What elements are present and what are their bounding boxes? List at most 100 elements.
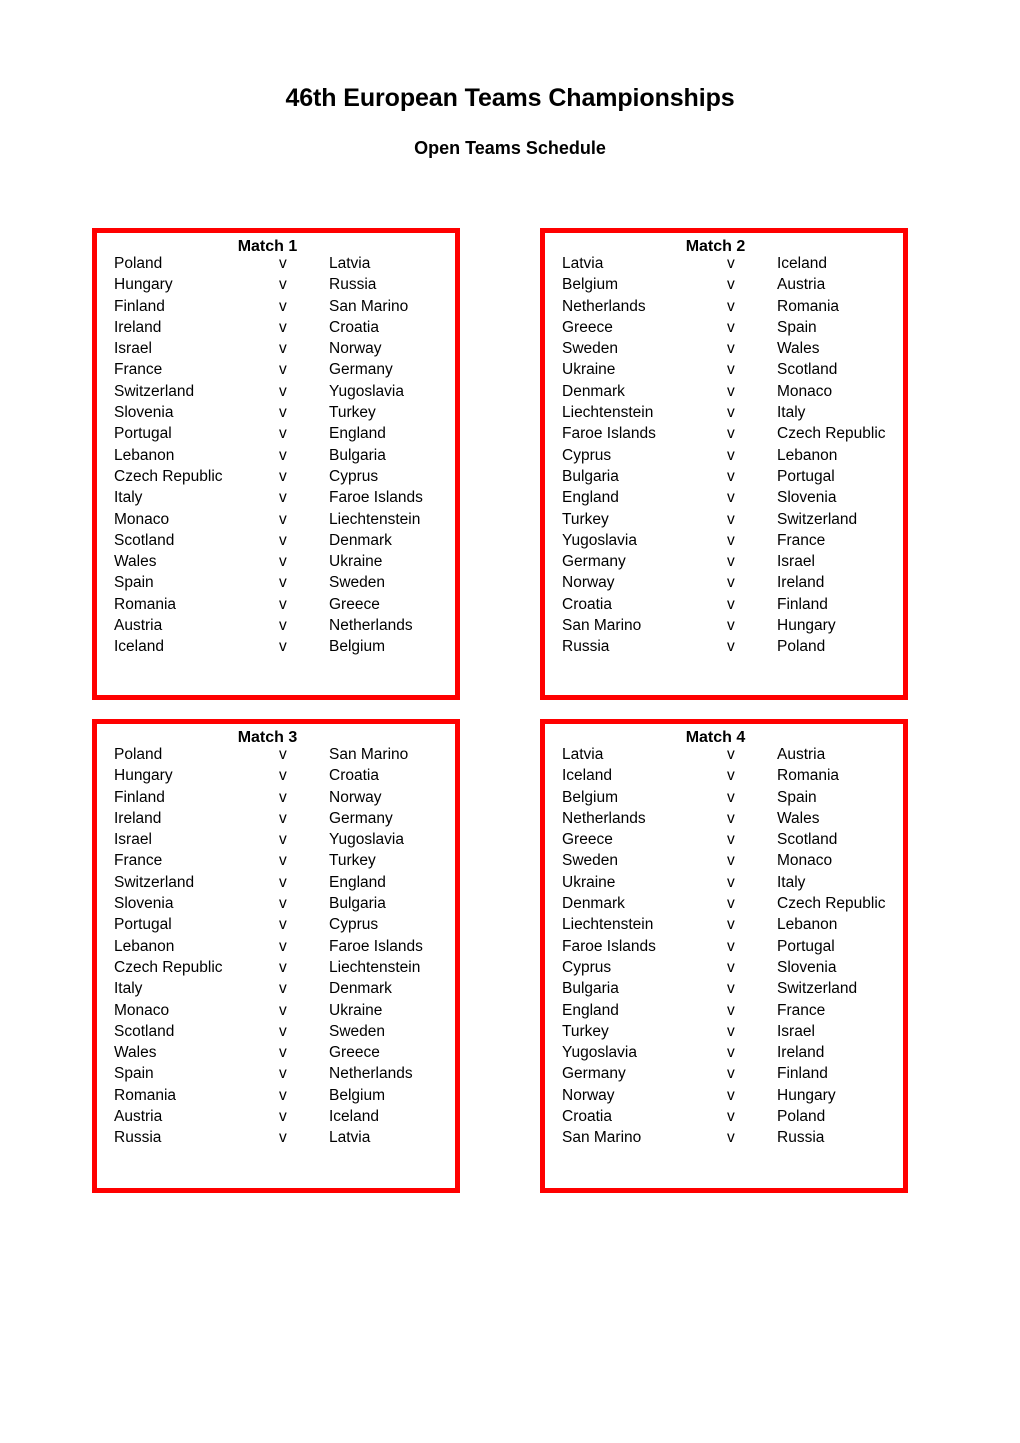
away-team: Scotland xyxy=(777,361,838,379)
versus-label: v xyxy=(727,489,735,507)
home-team: Cyprus xyxy=(562,958,612,976)
fixture-row: San Marino v Russia xyxy=(545,1127,903,1148)
home-team: Scotland xyxy=(114,531,175,549)
home-team: Austria xyxy=(114,1108,163,1126)
versus-label: v xyxy=(727,1108,735,1126)
versus-label: v xyxy=(727,809,735,827)
fixture-list-wrapper: Latvia v Austria Iceland v Romania Belgium v Spa… xyxy=(545,744,903,1149)
away-team: San Marino xyxy=(329,297,409,315)
match-box: Match 2 Latvia v Iceland Belgium v Austria Neth… xyxy=(540,228,908,700)
fixture-row: Finland v Norway xyxy=(97,787,455,808)
fixture-row: Germany v Finland xyxy=(545,1063,903,1084)
home-team: Israel xyxy=(114,340,152,358)
home-team: Czech Republic xyxy=(114,958,223,976)
home-team: Faroe Islands xyxy=(562,937,656,955)
fixture-row: Wales v Ukraine xyxy=(97,551,455,572)
home-team: France xyxy=(114,361,163,379)
versus-label: v xyxy=(727,937,735,955)
versus-label: v xyxy=(727,574,735,592)
fixture-row: Russia v Poland xyxy=(545,636,903,657)
home-team: Liechtenstein xyxy=(562,916,654,934)
home-team: Yugoslavia xyxy=(562,1044,637,1062)
home-team: Lebanon xyxy=(114,446,175,464)
home-team: Russia xyxy=(114,1129,162,1147)
home-team: Turkey xyxy=(562,510,609,528)
versus-label: v xyxy=(727,638,735,656)
fixture-row: Portugal v England xyxy=(97,423,455,444)
versus-label: v xyxy=(279,873,287,891)
fixture-row: Poland v San Marino xyxy=(97,744,455,765)
versus-label: v xyxy=(727,318,735,336)
fixture-row: Portugal v Cyprus xyxy=(97,914,455,935)
home-team: Germany xyxy=(562,553,626,571)
versus-label: v xyxy=(279,255,287,272)
away-team: Netherlands xyxy=(329,617,413,635)
fixture-row: Czech Republic v Cyprus xyxy=(97,466,455,487)
home-team: Belgium xyxy=(562,276,618,294)
away-team: Liechtenstein xyxy=(329,510,421,528)
versus-label: v xyxy=(727,340,735,358)
versus-label: v xyxy=(727,1129,735,1147)
home-team: Spain xyxy=(114,574,154,592)
fixture-row: Spain v Netherlands xyxy=(97,1063,455,1084)
away-team: Norway xyxy=(329,340,382,358)
away-team: Sweden xyxy=(329,1022,386,1040)
away-team: Belgium xyxy=(329,638,385,656)
home-team: Ireland xyxy=(114,318,162,336)
fixture-row: Bulgaria v Portugal xyxy=(545,466,903,487)
versus-label: v xyxy=(727,958,735,976)
home-team: Portugal xyxy=(114,916,172,934)
away-team: Finland xyxy=(777,1065,828,1083)
fixture-row: Hungary v Croatia xyxy=(97,765,455,786)
away-team: Croatia xyxy=(329,318,379,336)
away-team: Lebanon xyxy=(777,446,838,464)
versus-label: v xyxy=(727,852,735,870)
versus-label: v xyxy=(279,382,287,400)
away-team: Russia xyxy=(329,276,377,294)
away-team: Israel xyxy=(777,553,815,571)
home-team: England xyxy=(562,1001,619,1019)
fixture-row: Iceland v Belgium xyxy=(97,636,455,657)
away-team: Romania xyxy=(777,297,840,315)
away-team: Finland xyxy=(777,595,828,613)
away-team: Spain xyxy=(777,788,817,806)
fixture-row: Turkey v Switzerland xyxy=(545,509,903,530)
versus-label: v xyxy=(279,1022,287,1040)
away-team: Ukraine xyxy=(329,1001,383,1019)
fixture-row: Austria v Netherlands xyxy=(97,615,455,636)
home-team: Hungary xyxy=(114,276,173,294)
versus-label: v xyxy=(279,276,287,294)
fixture-row: Austria v Iceland xyxy=(97,1106,455,1127)
versus-label: v xyxy=(279,895,287,913)
home-team: Austria xyxy=(114,617,163,635)
fixture-row: Scotland v Denmark xyxy=(97,530,455,551)
home-team: Iceland xyxy=(114,638,164,656)
versus-label: v xyxy=(727,1022,735,1040)
away-team: Portugal xyxy=(777,467,835,485)
versus-label: v xyxy=(727,361,735,379)
fixture-row: Croatia v Finland xyxy=(545,594,903,615)
away-team: Turkey xyxy=(329,404,376,422)
fixture-list-wrapper: Latvia v Iceland Belgium v Austria Netherlands… xyxy=(545,253,903,658)
away-team: Yugoslavia xyxy=(329,831,404,849)
fixture-row: Sweden v Monaco xyxy=(545,850,903,871)
fixture-row: Faroe Islands v Czech Republic xyxy=(545,423,903,444)
home-team: Switzerland xyxy=(114,873,195,891)
versus-label: v xyxy=(727,916,735,934)
home-team: Monaco xyxy=(114,510,170,528)
away-team: Iceland xyxy=(777,255,827,272)
fixture-list: Poland v San Marino Hungary v Croatia Finland v… xyxy=(97,744,455,1149)
home-team: Turkey xyxy=(562,1022,609,1040)
fixture-row: Slovenia v Bulgaria xyxy=(97,893,455,914)
away-team: Wales xyxy=(777,340,820,358)
home-team: Israel xyxy=(114,831,152,849)
versus-label: v xyxy=(279,1001,287,1019)
away-team: Monaco xyxy=(777,382,833,400)
versus-label: v xyxy=(279,788,287,806)
home-team: Romania xyxy=(114,595,177,613)
fixture-row: Czech Republic v Liechtenstein xyxy=(97,957,455,978)
versus-label: v xyxy=(279,446,287,464)
versus-label: v xyxy=(727,510,735,528)
away-team: Scotland xyxy=(777,831,838,849)
away-team: Slovenia xyxy=(777,958,837,976)
